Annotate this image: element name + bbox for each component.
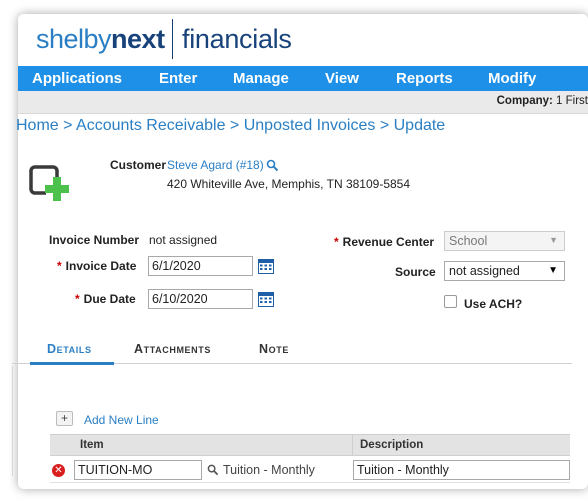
item-input[interactable]: TUITION-MO bbox=[74, 460, 202, 480]
description-input[interactable]: Tuition - Monthly bbox=[353, 460, 570, 480]
invoice-date-label-text: Invoice Date bbox=[65, 259, 137, 273]
breadcrumb: Home > Accounts Receivable > Unposted In… bbox=[16, 117, 445, 135]
use-ach-label: Use ACH? bbox=[464, 297, 523, 311]
tab-note[interactable]: Note bbox=[259, 342, 289, 356]
source-value: not assigned bbox=[449, 264, 520, 278]
invoice-number-label: Invoice Number bbox=[49, 233, 140, 247]
breadcrumb-separator: > bbox=[229, 117, 240, 134]
main-nav: Applications Enter Manage View Reports M… bbox=[18, 66, 588, 91]
invoice-date-input[interactable]: 6/1/2020 bbox=[148, 256, 253, 276]
revenue-center-value: School bbox=[449, 234, 488, 248]
brand-name-part1: shelby bbox=[36, 24, 112, 54]
active-tab-indicator bbox=[30, 362, 114, 365]
due-date-label-text: Due Date bbox=[83, 292, 136, 306]
nav-manage[interactable]: Manage bbox=[233, 70, 289, 87]
use-ach-checkbox[interactable] bbox=[444, 295, 457, 308]
required-marker: * bbox=[75, 292, 80, 306]
due-date-input[interactable]: 6/10/2020 bbox=[148, 289, 253, 309]
revenue-center-label-text: Revenue Center bbox=[342, 235, 435, 249]
breadcrumb-unposted-invoices[interactable]: Unposted Invoices bbox=[244, 117, 376, 134]
tab-details[interactable]: Details bbox=[47, 342, 92, 356]
brand-name-part2: next bbox=[111, 24, 165, 54]
product-name: financials bbox=[182, 24, 292, 54]
chevron-down-icon: ▼ bbox=[549, 235, 558, 245]
delete-line-icon[interactable]: ✕ bbox=[52, 464, 65, 477]
company-value: 1 First bbox=[556, 95, 588, 107]
company-indicator[interactable]: Company: 1 First bbox=[497, 95, 588, 107]
table-row: ✕ TUITION-MO Tuition - Monthly Tuition -… bbox=[50, 457, 570, 483]
breadcrumb-home[interactable]: Home bbox=[16, 117, 59, 134]
item-lookup-text[interactable]: Tuition - Monthly bbox=[223, 463, 315, 477]
tab-bar: Details Attachments Note bbox=[12, 338, 572, 365]
item-search-icon[interactable] bbox=[207, 464, 219, 476]
invoice-date-calendar-icon[interactable] bbox=[258, 259, 274, 274]
nav-modify[interactable]: Modify bbox=[488, 70, 536, 87]
breadcrumb-update[interactable]: Update bbox=[394, 117, 446, 134]
new-invoice-icon bbox=[29, 165, 69, 201]
source-select[interactable]: not assigned ▼ bbox=[444, 261, 565, 281]
logo-divider bbox=[172, 19, 173, 59]
nav-applications[interactable]: Applications bbox=[32, 70, 122, 87]
brand-logo[interactable]: shelbynext bbox=[36, 24, 165, 55]
column-divider bbox=[352, 435, 353, 456]
customer-address: 420 Whiteville Ave, Memphis, TN 38109-58… bbox=[167, 177, 411, 191]
revenue-center-label: * Revenue Center bbox=[334, 235, 434, 249]
due-date-calendar-icon[interactable] bbox=[258, 292, 274, 307]
breadcrumb-separator: > bbox=[379, 117, 390, 134]
logo-bar: shelbynext financials bbox=[18, 14, 588, 66]
nav-view[interactable]: View bbox=[325, 70, 359, 87]
column-header-description[interactable]: Description bbox=[360, 439, 423, 451]
nav-enter[interactable]: Enter bbox=[159, 70, 197, 87]
column-header-item[interactable]: Item bbox=[80, 439, 104, 451]
source-label: Source bbox=[395, 265, 436, 279]
company-bar: Company: 1 First bbox=[18, 91, 588, 114]
chevron-down-icon: ▼ bbox=[548, 265, 558, 276]
breadcrumb-accounts-receivable[interactable]: Accounts Receivable bbox=[76, 117, 225, 134]
required-marker: * bbox=[334, 235, 339, 249]
add-new-line-link[interactable]: Add New Line bbox=[84, 413, 159, 427]
due-date-label: * Due Date bbox=[75, 292, 136, 306]
revenue-center-select[interactable]: School ▼ bbox=[444, 231, 565, 251]
company-label: Company: bbox=[496, 95, 553, 107]
breadcrumb-separator: > bbox=[63, 117, 73, 134]
invoice-number-value: not assigned bbox=[149, 233, 218, 247]
nav-reports[interactable]: Reports bbox=[396, 70, 453, 87]
customer-label: Customer bbox=[110, 158, 167, 172]
customer-search-icon[interactable] bbox=[266, 159, 279, 172]
add-line-button[interactable]: + bbox=[56, 411, 73, 426]
required-marker: * bbox=[57, 259, 62, 273]
tab-attachments[interactable]: Attachments bbox=[134, 342, 211, 356]
customer-link[interactable]: Steve Agard (#18) bbox=[167, 158, 264, 172]
invoice-date-label: * Invoice Date bbox=[57, 259, 136, 273]
lines-grid-header: Item Description bbox=[50, 434, 570, 456]
